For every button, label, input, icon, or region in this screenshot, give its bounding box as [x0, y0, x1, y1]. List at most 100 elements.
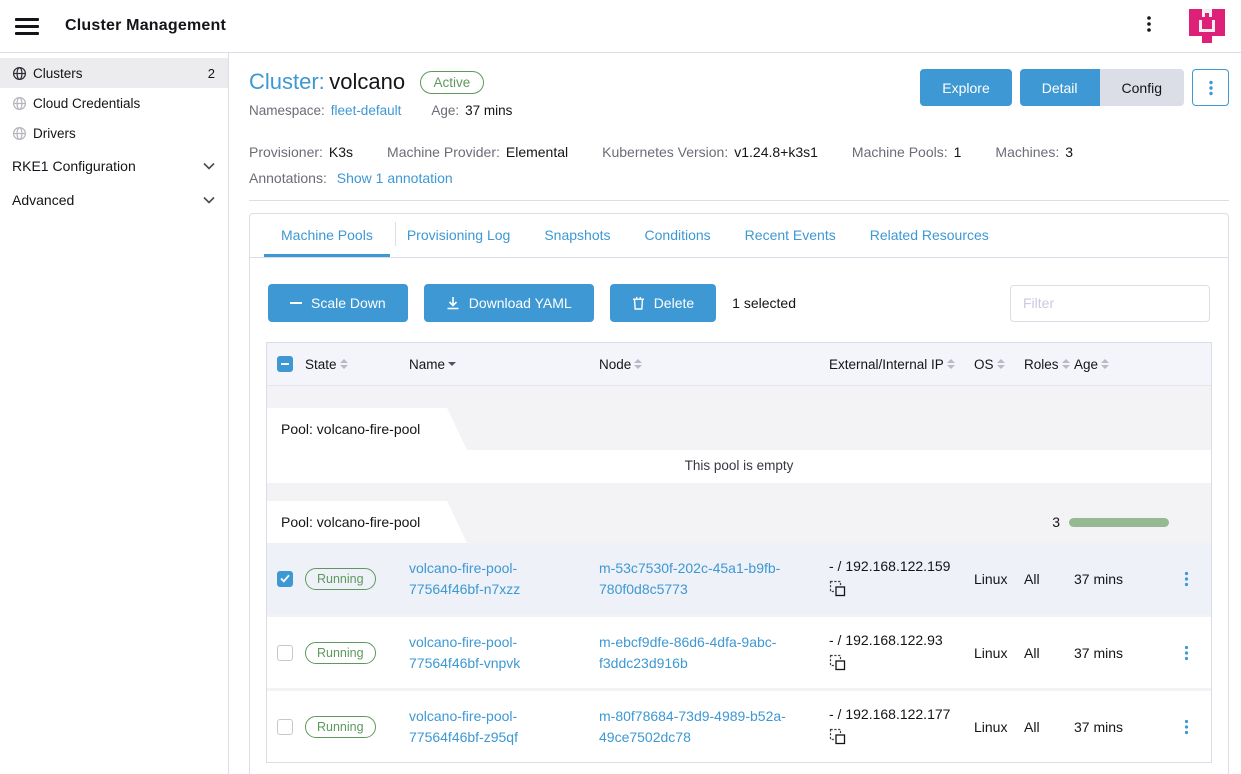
column-header-state[interactable]: State: [305, 357, 401, 372]
tab-related-resources[interactable]: Related Resources: [853, 214, 1006, 257]
sidebar-item-drivers[interactable]: Drivers: [0, 118, 228, 148]
tab-snapshots[interactable]: Snapshots: [527, 214, 627, 257]
sidebar-item-cloud-credentials[interactable]: Cloud Credentials: [0, 88, 228, 118]
cluster-name: volcano: [329, 69, 405, 94]
detail-button[interactable]: Detail: [1020, 69, 1100, 106]
age-value: 37 mins: [465, 103, 512, 118]
show-annotation-link[interactable]: Show 1 annotation: [337, 170, 453, 186]
row-actions-kebab[interactable]: [1180, 645, 1193, 661]
os-value: Linux: [974, 645, 1024, 661]
cluster-title-prefix: Cluster:: [249, 69, 325, 94]
sort-icon: [448, 362, 456, 366]
copy-icon[interactable]: [829, 654, 846, 671]
info-value: 1: [954, 144, 962, 160]
globe-icon: [12, 96, 27, 111]
info-value: K3s: [329, 144, 353, 160]
clusters-count-badge: 2: [208, 66, 215, 81]
pool-group: Pool: volcano-fire-pool 3 Running: [267, 483, 1211, 762]
column-header-roles[interactable]: Roles: [1024, 357, 1066, 372]
row-checkbox[interactable]: [277, 571, 293, 587]
annotations-label: Annotations:: [249, 170, 327, 186]
row-actions-kebab[interactable]: [1180, 571, 1193, 587]
copy-icon[interactable]: [829, 728, 846, 745]
table-header-row: State Name Node External/Internal IP OS …: [267, 343, 1211, 386]
sort-icon: [634, 359, 642, 369]
sidebar-section-label: Advanced: [12, 192, 74, 208]
rancher-logo-icon: [1187, 6, 1227, 46]
node-link[interactable]: m-ebcf9dfe-86d6-4dfa-9abc-f3ddc23d916b: [599, 632, 799, 673]
row-actions-kebab[interactable]: [1180, 719, 1193, 735]
page-title: Cluster: volcano Active Namespace: fleet…: [249, 69, 512, 118]
tab-provisioning-log[interactable]: Provisioning Log: [390, 214, 528, 257]
main-content: Cluster: volcano Active Namespace: fleet…: [229, 53, 1241, 774]
machine-name-link[interactable]: volcano-fire-pool-77564f46bf-vnpvk: [409, 632, 559, 673]
roles-value: All: [1024, 645, 1074, 661]
sort-icon: [947, 359, 955, 369]
tab-recent-events[interactable]: Recent Events: [728, 214, 853, 257]
sidebar-item-advanced[interactable]: Advanced: [0, 184, 228, 216]
table-toolbar: Scale Down Download YAML Delete 1 select…: [268, 284, 1210, 322]
select-all-checkbox[interactable]: [277, 356, 293, 372]
sidebar-item-rke1-configuration[interactable]: RKE1 Configuration: [0, 150, 228, 182]
status-badge: Running: [305, 716, 376, 738]
namespace-link[interactable]: fleet-default: [331, 103, 402, 118]
column-header-ip[interactable]: External/Internal IP: [829, 357, 966, 372]
pool-group-header: Pool: volcano-fire-pool: [267, 408, 1211, 450]
section-divider: [249, 200, 1229, 201]
sort-icon: [340, 359, 348, 369]
cluster-meta: Namespace: fleet-default Age: 37 mins: [249, 103, 512, 118]
chevron-down-icon: [203, 162, 215, 170]
chevron-down-icon: [203, 196, 215, 204]
hamburger-menu-icon[interactable]: [15, 14, 39, 39]
pool-empty-message: This pool is empty: [267, 450, 1211, 483]
ip-value: - / 192.168.122.177: [829, 705, 966, 725]
trash-icon: [632, 296, 645, 310]
column-header-node[interactable]: Node: [599, 357, 821, 372]
sort-icon: [1101, 359, 1109, 369]
table-row: Running volcano-fire-pool-77564f46bf-n7x…: [267, 543, 1211, 614]
pool-group: Pool: volcano-fire-pool This pool is emp…: [267, 386, 1211, 483]
globe-icon: [12, 66, 27, 81]
cluster-actions-kebab-button[interactable]: [1192, 69, 1229, 106]
column-header-age[interactable]: Age: [1074, 357, 1161, 372]
ip-value: - / 192.168.122.93: [829, 631, 966, 651]
column-header-os[interactable]: OS: [974, 357, 1016, 372]
download-yaml-button[interactable]: Download YAML: [424, 284, 594, 322]
pool-machine-count: 3: [1052, 514, 1060, 530]
age-value: 37 mins: [1074, 645, 1169, 661]
os-value: Linux: [974, 571, 1024, 587]
sidebar-item-label: Clusters: [33, 66, 83, 81]
delete-button[interactable]: Delete: [610, 284, 716, 322]
tab-machine-pools[interactable]: Machine Pools: [264, 214, 390, 257]
pool-health-bar: [1069, 518, 1169, 527]
filter-input[interactable]: [1010, 285, 1210, 322]
ip-value: - / 192.168.122.159: [829, 557, 966, 577]
header-kebab-icon[interactable]: [1137, 15, 1161, 38]
sidebar-section-label: RKE1 Configuration: [12, 158, 136, 174]
tab-conditions[interactable]: Conditions: [628, 214, 728, 257]
cluster-glance-info: Provisioner:K3s Machine Provider:Element…: [249, 140, 1229, 190]
download-icon: [446, 296, 460, 310]
app-title: Cluster Management: [65, 17, 226, 35]
globe-icon: [12, 126, 27, 141]
row-checkbox[interactable]: [277, 645, 293, 661]
copy-icon[interactable]: [829, 580, 846, 597]
node-link[interactable]: m-53c7530f-202c-45a1-b9fb-780f0d8c5773: [599, 558, 799, 599]
machine-name-link[interactable]: volcano-fire-pool-77564f46bf-z95qf: [409, 706, 559, 747]
config-button[interactable]: Config: [1100, 69, 1184, 106]
machine-name-link[interactable]: volcano-fire-pool-77564f46bf-n7xzz: [409, 558, 559, 599]
node-link[interactable]: m-80f78684-73d9-4989-b52a-49ce7502dc78: [599, 706, 799, 747]
row-checkbox[interactable]: [277, 719, 293, 735]
explore-button[interactable]: Explore: [920, 69, 1011, 106]
pool-group-label: Pool: volcano-fire-pool: [267, 501, 467, 543]
scale-down-button[interactable]: Scale Down: [268, 284, 408, 322]
sidebar-item-clusters[interactable]: Clusters 2: [0, 58, 228, 88]
column-header-name[interactable]: Name: [409, 357, 591, 372]
info-label: Kubernetes Version:: [602, 144, 728, 160]
roles-value: All: [1024, 719, 1074, 735]
namespace-label: Namespace:: [249, 103, 325, 118]
sidebar-item-label: Drivers: [33, 126, 76, 141]
table-row: Running volcano-fire-pool-77564f46bf-z95…: [267, 691, 1211, 762]
sidebar-item-label: Cloud Credentials: [33, 96, 140, 111]
age-label: Age:: [431, 103, 459, 118]
